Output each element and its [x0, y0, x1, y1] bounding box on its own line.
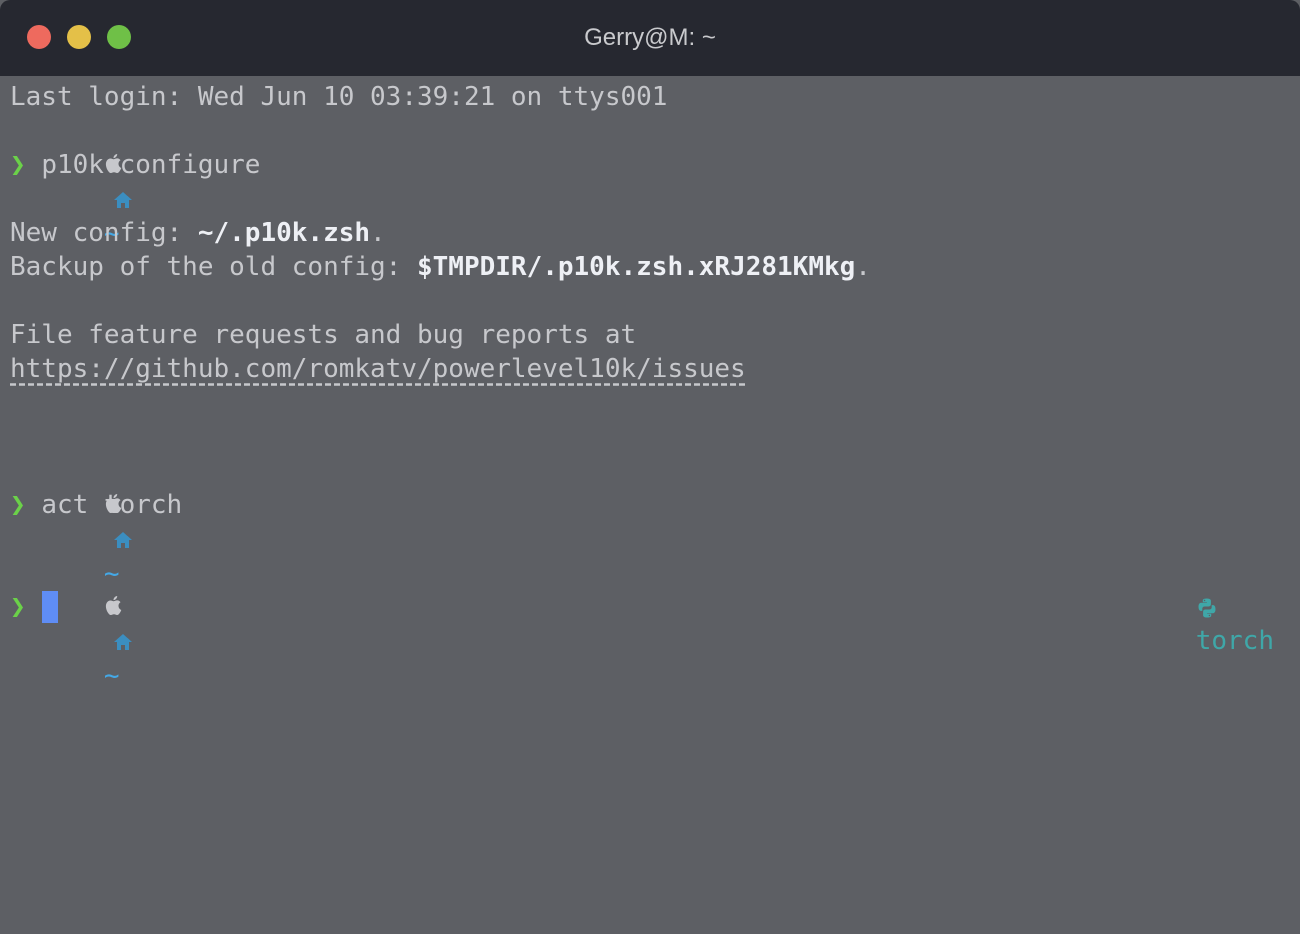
python-icon [1196, 592, 1218, 622]
new-config-period: . [370, 218, 386, 248]
prompt-context: ~ [10, 114, 134, 249]
backup-path: $TMPDIR/.p10k.zsh.xRJ281KMkg [417, 252, 856, 282]
home-icon [104, 525, 134, 555]
prompt-context: ~ [10, 556, 134, 691]
backup-label: Backup of the old config: [10, 252, 417, 282]
command-text: p10k configure [41, 150, 261, 180]
python-env-name: torch [1195, 626, 1274, 656]
new-config-path: ~/.p10k.zsh [197, 218, 371, 248]
prompt-chevron: ❯ [10, 490, 26, 520]
command-line-2: ❯ act torch [10, 488, 182, 522]
last-login-line: Last login: Wed Jun 10 03:39:21 on ttys0… [10, 82, 668, 112]
feature-request-line: File feature requests and bug reports at [10, 320, 637, 350]
new-config-label: New config: [10, 218, 198, 248]
new-config-line: New config: ~/.p10k.zsh. [10, 216, 386, 250]
command-line-3[interactable]: ❯ [10, 590, 26, 624]
prompt-chevron: ❯ [10, 592, 26, 622]
backup-period: . [855, 252, 871, 282]
text-cursor [42, 591, 58, 623]
command-text: act torch [41, 490, 183, 520]
python-env-indicator: torch [1102, 556, 1274, 656]
title-bar[interactable]: Gerry@M: ~ [0, 0, 1300, 76]
terminal-content[interactable]: Last login: Wed Jun 10 03:39:21 on ttys0… [0, 76, 1300, 934]
prompt-chevron: ❯ [10, 150, 26, 180]
prompt-context: ~ [10, 454, 134, 589]
home-icon [104, 185, 134, 215]
window-title: Gerry@M: ~ [584, 24, 716, 51]
current-directory: ~ [103, 660, 120, 691]
command-line-1: ❯ p10k configure [10, 148, 260, 182]
issues-link[interactable]: https://github.com/romkatv/powerlevel10k… [10, 352, 746, 386]
backup-config-line: Backup of the old config: $TMPDIR/.p10k.… [10, 250, 871, 284]
apple-icon [104, 591, 124, 625]
terminal-window: Gerry@M: ~ Last login: Wed Jun 10 03:39:… [0, 0, 1300, 934]
home-icon [104, 627, 134, 657]
